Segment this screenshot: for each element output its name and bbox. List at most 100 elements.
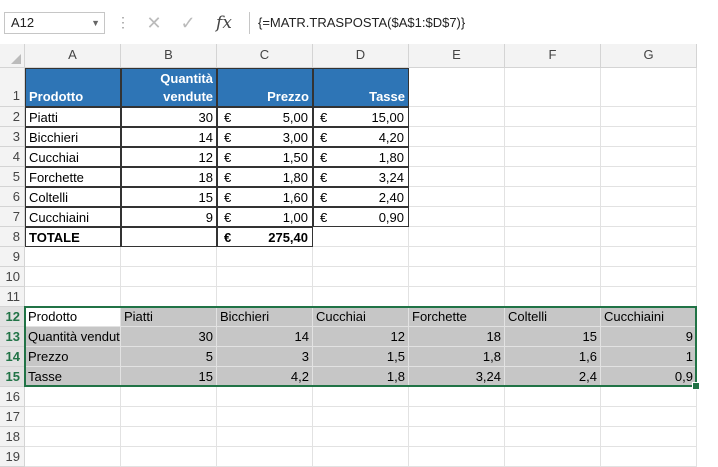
transposed-cell[interactable]: 3	[217, 347, 313, 367]
empty-cell[interactable]	[313, 447, 409, 467]
empty-cell[interactable]	[505, 407, 601, 427]
empty-cell[interactable]	[121, 447, 217, 467]
empty-cell[interactable]	[409, 207, 505, 227]
empty-cell[interactable]	[409, 247, 505, 267]
transposed-cell[interactable]: Prodotto	[25, 307, 121, 327]
more-options-icon[interactable]: ⋮	[116, 12, 130, 32]
transposed-cell[interactable]: 14	[217, 327, 313, 347]
empty-cell[interactable]	[217, 387, 313, 407]
row-header-10[interactable]: 10	[0, 267, 25, 287]
row-header-2[interactable]: 2	[0, 107, 25, 127]
empty-cell[interactable]	[25, 247, 121, 267]
empty-cell[interactable]	[601, 147, 697, 167]
empty-cell[interactable]	[505, 187, 601, 207]
empty-cell[interactable]	[505, 127, 601, 147]
transposed-cell[interactable]: 18	[409, 327, 505, 347]
empty-cell[interactable]	[217, 447, 313, 467]
empty-cell[interactable]	[313, 407, 409, 427]
price-value[interactable]: €5,00	[217, 107, 313, 127]
column-header-d[interactable]: D	[313, 44, 409, 68]
quantity-value[interactable]: 9	[121, 207, 217, 227]
empty-cell[interactable]	[601, 267, 697, 287]
empty-cell[interactable]	[409, 167, 505, 187]
formula-input[interactable]: {=MATR.TRASPOSTA($A$1:$D$7)}	[249, 12, 718, 34]
column-header-e[interactable]: E	[409, 44, 505, 68]
empty-cell[interactable]	[505, 147, 601, 167]
product-name[interactable]: Bicchieri	[25, 127, 121, 147]
empty-cell[interactable]	[505, 427, 601, 447]
transposed-cell[interactable]: 4,2	[217, 367, 313, 387]
empty-cell[interactable]	[601, 68, 697, 107]
empty-cell[interactable]	[217, 287, 313, 307]
transposed-cell[interactable]: 12	[313, 327, 409, 347]
row-header-1[interactable]: 1	[0, 68, 25, 107]
row-header-15[interactable]: 15	[0, 367, 25, 387]
product-name[interactable]: Cucchiai	[25, 147, 121, 167]
row-header-14[interactable]: 14	[0, 347, 25, 367]
empty-cell[interactable]	[121, 267, 217, 287]
tax-value[interactable]: €0,90	[313, 207, 409, 227]
quantity-value[interactable]: 14	[121, 127, 217, 147]
empty-cell[interactable]	[217, 407, 313, 427]
transposed-cell[interactable]: 1,6	[505, 347, 601, 367]
column-header-f[interactable]: F	[505, 44, 601, 68]
empty-cell[interactable]	[409, 68, 505, 107]
total-value[interactable]: €275,40	[217, 227, 313, 247]
row-header-18[interactable]: 18	[0, 427, 25, 447]
tax-value[interactable]: €15,00	[313, 107, 409, 127]
empty-cell[interactable]	[25, 407, 121, 427]
empty-cell[interactable]	[313, 427, 409, 447]
row-header-6[interactable]: 6	[0, 187, 25, 207]
transposed-cell[interactable]: 0,9	[601, 367, 697, 387]
product-name[interactable]: Forchette	[25, 167, 121, 187]
empty-cell[interactable]	[217, 247, 313, 267]
empty-cell[interactable]	[25, 267, 121, 287]
transposed-cell[interactable]: Piatti	[121, 307, 217, 327]
price-value[interactable]: €3,00	[217, 127, 313, 147]
empty-cell[interactable]	[505, 287, 601, 307]
transposed-cell[interactable]: Prezzo	[25, 347, 121, 367]
insert-function-icon[interactable]: fx	[209, 12, 239, 34]
empty-cell[interactable]	[409, 447, 505, 467]
fill-handle[interactable]	[692, 382, 700, 390]
tax-value[interactable]: €2,40	[313, 187, 409, 207]
empty-cell[interactable]	[601, 107, 697, 127]
empty-cell[interactable]	[313, 267, 409, 287]
empty-cell[interactable]	[121, 387, 217, 407]
transposed-cell[interactable]: 3,24	[409, 367, 505, 387]
transposed-cell[interactable]: Tasse	[25, 367, 121, 387]
price-value[interactable]: €1,50	[217, 147, 313, 167]
transposed-cell[interactable]: 1,8	[313, 367, 409, 387]
row-header-17[interactable]: 17	[0, 407, 25, 427]
empty-cell[interactable]	[313, 287, 409, 307]
total-label[interactable]: TOTALE	[25, 227, 121, 247]
transposed-cell[interactable]: 5	[121, 347, 217, 367]
empty-cell[interactable]	[601, 427, 697, 447]
chevron-down-icon[interactable]: ▼	[91, 13, 100, 33]
transposed-cell[interactable]: 15	[505, 327, 601, 347]
empty-cell[interactable]	[409, 427, 505, 447]
empty-cell[interactable]	[217, 427, 313, 447]
tax-value[interactable]: €3,24	[313, 167, 409, 187]
empty-cell[interactable]	[601, 247, 697, 267]
empty-cell[interactable]	[313, 247, 409, 267]
empty-cell[interactable]	[505, 247, 601, 267]
empty-cell[interactable]	[601, 387, 697, 407]
cancel-icon[interactable]: ✕	[139, 12, 169, 34]
empty-cell[interactable]	[25, 387, 121, 407]
empty-cell[interactable]	[121, 247, 217, 267]
tax-value[interactable]: €4,20	[313, 127, 409, 147]
row-header-5[interactable]: 5	[0, 167, 25, 187]
transposed-cell[interactable]: 30	[121, 327, 217, 347]
transposed-cell[interactable]: Forchette	[409, 307, 505, 327]
empty-cell[interactable]	[505, 267, 601, 287]
empty-cell[interactable]	[25, 287, 121, 307]
price-value[interactable]: €1,00	[217, 207, 313, 227]
empty-cell[interactable]	[25, 447, 121, 467]
empty-cell[interactable]	[313, 227, 409, 247]
row-header-4[interactable]: 4	[0, 147, 25, 167]
quantity-value[interactable]: 30	[121, 107, 217, 127]
transposed-cell[interactable]: 1,5	[313, 347, 409, 367]
empty-cell[interactable]	[409, 227, 505, 247]
transposed-cell[interactable]: 1,8	[409, 347, 505, 367]
